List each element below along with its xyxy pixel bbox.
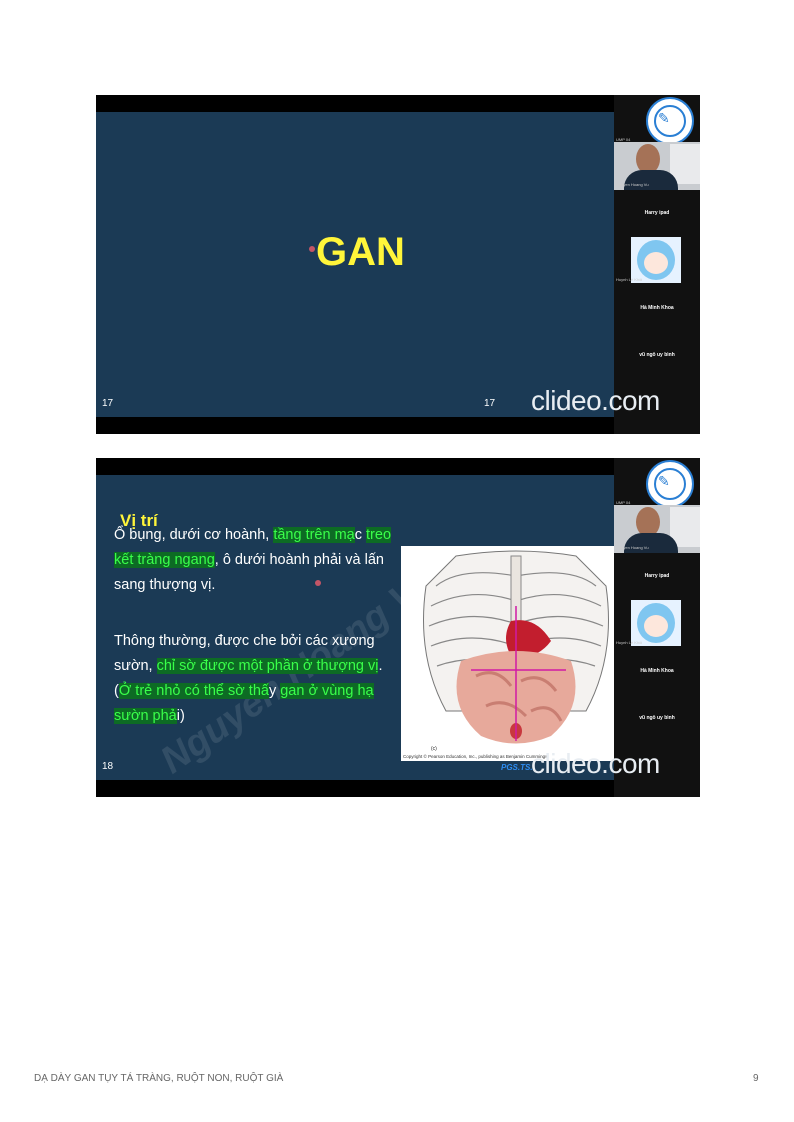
figure-label: (c) xyxy=(431,746,437,752)
participant-name-2: Hà Minh Khoa xyxy=(640,668,674,674)
participant-avatar-name: Huynh Lê Khôi xyxy=(616,277,643,282)
paragraph-1: Ổ bụng, dưới cơ hoành, tầng trên mạc tre… xyxy=(114,523,398,598)
participant-video-lecturer[interactable]: Nguyen Hoang Vu xyxy=(614,505,700,553)
participant-name-3: vũ ngô uy bình xyxy=(639,352,675,358)
clideo-watermark: clideo.com xyxy=(531,748,660,779)
university-logo: ✎ xyxy=(646,97,694,145)
slide-number-left: 17 xyxy=(102,398,114,409)
highlight: chỉ sờ được một phần ở thượng vị xyxy=(156,658,379,674)
anatomy-figure: (c) Copyright © Pearson Education, Inc.,… xyxy=(401,546,631,761)
book-icon: ✎ xyxy=(658,474,670,490)
author-credit: PGS.TS. xyxy=(501,763,533,772)
ribcage-illustration xyxy=(423,550,609,744)
book-icon: ✎ xyxy=(658,111,670,127)
participant-cam-name: Nguyen Hoang Vu xyxy=(616,545,649,550)
highlight: Ở trẻ nhỏ có thể sờ thấ xyxy=(118,683,269,699)
page-footer-title: DẠ DÀY GAN TỤY TÁ TRÀNG, RUỘT NON, RUỘT … xyxy=(34,1073,284,1084)
paragraph-2: Thông thường, được che bởi các xương sườ… xyxy=(114,629,398,729)
participant-name-2: Hà Minh Khoa xyxy=(640,305,674,311)
page-number: 9 xyxy=(753,1073,759,1084)
university-logo: ✎ xyxy=(646,460,694,508)
participant-name-1: Harry ipad xyxy=(644,573,670,579)
slide-screenshot-2: Nguyen Hoang Vu Vị trí Ổ bụng, dưới cơ h… xyxy=(96,458,700,797)
text: c xyxy=(354,527,367,543)
figure-credit: Copyright © Pearson Education, Inc., pub… xyxy=(403,754,549,759)
slide-18: Nguyen Hoang Vu Vị trí Ổ bụng, dưới cơ h… xyxy=(96,475,631,782)
laser-pointer-dot xyxy=(309,246,315,252)
laser-pointer-dot xyxy=(315,580,321,586)
slide-17: GAN 17 17 xyxy=(96,112,614,417)
participant-avatar-name: Huynh Lê Khôi xyxy=(616,640,643,645)
participant-panel: ✎ UMP 04 Nguyen Hoang Vu Harry ipad Huyn… xyxy=(614,458,700,797)
text: i) xyxy=(176,708,185,724)
participant-cam-name: Nguyen Hoang Vu xyxy=(616,182,649,187)
participant-panel: ✎ UMP 04 Nguyen Hoang Vu Harry ipad Huyn… xyxy=(614,95,700,434)
slide-number-right: 17 xyxy=(484,398,496,409)
slide-heading: GAN xyxy=(316,230,405,274)
participant-name-1: Harry ipad xyxy=(644,210,670,216)
text: Ổ bụng, dưới cơ hoành, xyxy=(114,527,274,543)
participant-name-3: vũ ngô uy bình xyxy=(639,715,675,721)
highlight: tầng trên mạ xyxy=(273,527,355,543)
slide-number-left: 18 xyxy=(102,761,114,772)
clideo-watermark: clideo.com xyxy=(531,385,660,416)
slide-screenshot-1: GAN 17 17 ✎ UMP 04 Nguyen Hoang Vu Harry… xyxy=(96,95,700,434)
participant-video-lecturer[interactable]: Nguyen Hoang Vu xyxy=(614,142,700,190)
text: y xyxy=(268,683,281,699)
